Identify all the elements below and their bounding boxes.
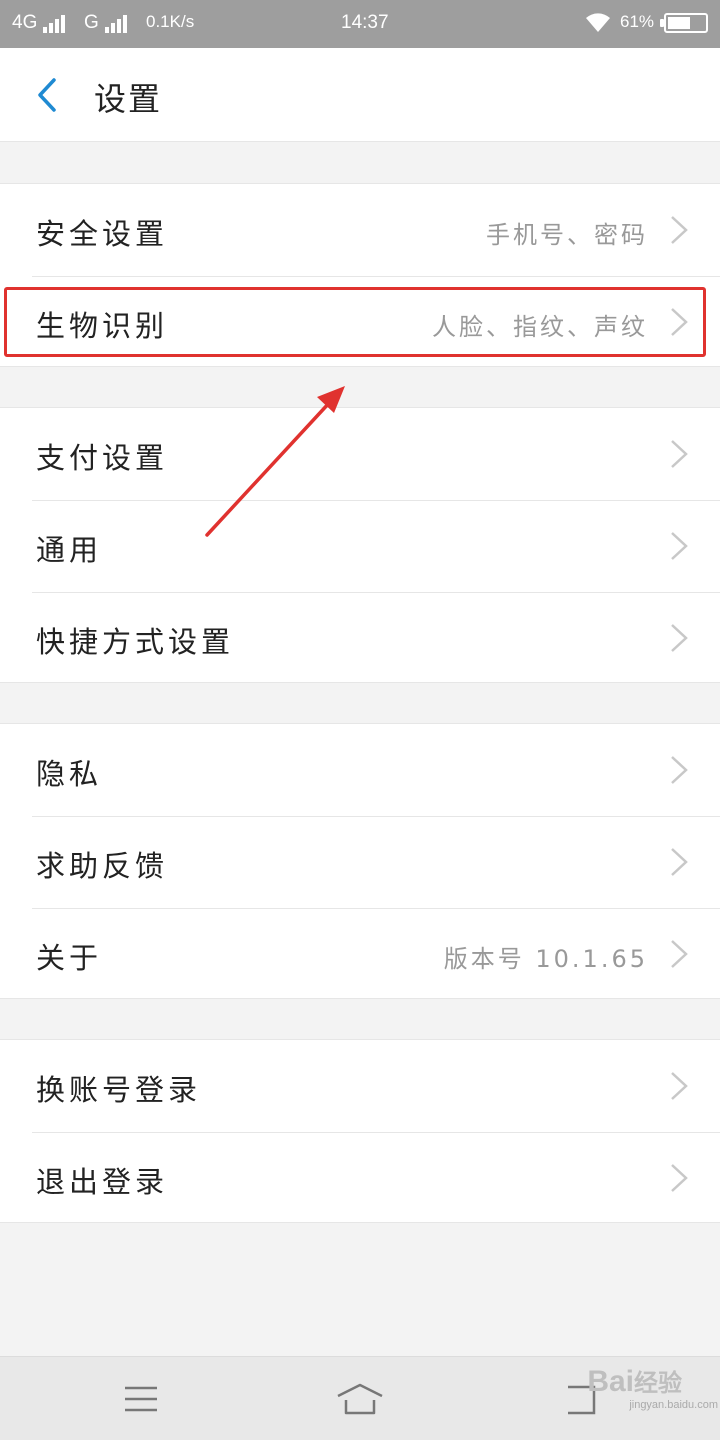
settings-item-label: 关于 <box>36 941 103 975</box>
settings-item-switch-account[interactable]: 换账号登录 <box>0 1040 720 1132</box>
settings-item-security[interactable]: 安全设置 手机号、密码 <box>0 184 720 276</box>
settings-item-feedback[interactable]: 求助反馈 <box>0 816 720 908</box>
settings-item-label: 退出登录 <box>36 1165 169 1199</box>
watermark-brand: Bai <box>587 1365 634 1398</box>
settings-item-label: 快捷方式设置 <box>36 625 235 659</box>
settings-group-support: 隐私 求助反馈 关于 版本号 10.1.65 <box>0 723 720 999</box>
settings-item-label: 求助反馈 <box>36 849 169 883</box>
watermark-url: jingyan.baidu.com <box>629 1399 718 1411</box>
menu-icon[interactable] <box>111 1379 171 1419</box>
chevron-right-icon <box>671 532 688 560</box>
settings-item-value: 手机号、密码 <box>486 221 648 249</box>
battery-icon <box>660 13 708 33</box>
status-bar: 4G G 0.1K/s 14:37 61% <box>0 0 720 48</box>
settings-item-label: 通用 <box>36 533 103 567</box>
settings-item-label: 支付设置 <box>36 441 169 475</box>
chevron-right-icon <box>671 440 688 468</box>
chevron-right-icon <box>671 756 688 784</box>
network-type-1: 4G <box>12 12 38 33</box>
settings-group-account: 换账号登录 退出登录 <box>0 1039 720 1223</box>
network-indicator: 4G <box>12 12 66 34</box>
settings-item-privacy[interactable]: 隐私 <box>0 724 720 816</box>
network-speed: 0.1K/s <box>146 12 195 31</box>
watermark: Bai经验 jingyan.baidu.com <box>587 1363 718 1411</box>
network-type-2: G <box>84 12 99 33</box>
chevron-right-icon <box>671 216 688 244</box>
highlight-box <box>4 287 706 357</box>
chevron-right-icon <box>671 1164 688 1192</box>
settings-item-about[interactable]: 关于 版本号 10.1.65 <box>0 908 720 1000</box>
home-icon[interactable] <box>330 1379 390 1419</box>
chevron-right-icon <box>671 940 688 968</box>
chevron-right-icon <box>671 624 688 652</box>
clock: 14:37 <box>341 12 389 33</box>
settings-item-general[interactable]: 通用 <box>0 500 720 592</box>
network-indicator-2: G <box>84 12 127 34</box>
settings-item-label: 换账号登录 <box>36 1073 202 1107</box>
signal-icon-2 <box>104 13 127 33</box>
version-label: 版本号 10.1.65 <box>443 945 648 973</box>
battery-percent: 61% <box>620 12 655 31</box>
settings-item-label: 隐私 <box>36 757 103 791</box>
settings-item-label: 安全设置 <box>36 217 169 251</box>
chevron-right-icon <box>671 848 688 876</box>
wifi-icon <box>584 10 612 34</box>
settings-item-logout[interactable]: 退出登录 <box>0 1132 720 1224</box>
back-arrow-icon[interactable] <box>28 72 68 118</box>
settings-item-shortcuts[interactable]: 快捷方式设置 <box>0 592 720 684</box>
chevron-right-icon <box>671 1072 688 1100</box>
title-bar: 设置 <box>0 48 720 142</box>
watermark-suffix: 经验 <box>634 1370 682 1397</box>
signal-icon <box>43 13 66 33</box>
settings-group-general: 支付设置 通用 快捷方式设置 <box>0 407 720 683</box>
settings-item-payment[interactable]: 支付设置 <box>0 408 720 500</box>
page-title: 设置 <box>94 80 163 118</box>
